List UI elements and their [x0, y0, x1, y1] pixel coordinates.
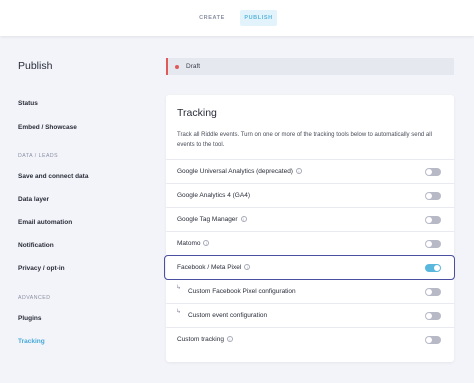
toggle-matomo[interactable] — [425, 240, 441, 248]
page-title: Publish — [18, 60, 53, 72]
toggle-custom-event[interactable] — [425, 312, 441, 320]
sub-arrow-icon: ↳ — [176, 309, 182, 315]
toggle-knob — [426, 241, 432, 247]
row-label: Custom Facebook Pixel configuration — [188, 288, 296, 295]
toggle-knob — [434, 265, 440, 271]
tab-create[interactable]: CREATE — [196, 10, 228, 26]
tracking-card: Tracking Track all Riddle events. Turn o… — [166, 95, 454, 362]
status-label: Draft — [186, 63, 201, 70]
tracking-row-custom-tracking: Custom tracking i — [166, 327, 454, 351]
sidebar-item-save-connect-data[interactable]: Save and connect data — [18, 173, 88, 180]
sidebar-item-status[interactable]: Status — [18, 100, 38, 107]
tracking-row-custom-facebook-pixel: ↳ Custom Facebook Pixel configuration — [166, 279, 454, 303]
row-label: Matomo — [177, 240, 201, 247]
toggle-knob — [426, 169, 432, 175]
toggle-custom-tracking[interactable] — [425, 336, 441, 344]
sidebar-section-advanced: ADVANCED — [18, 295, 51, 301]
toggle-knob — [426, 337, 432, 343]
info-icon[interactable]: i — [240, 216, 247, 222]
row-label: Custom event configuration — [188, 312, 268, 319]
sidebar-item-tracking[interactable]: Tracking — [18, 338, 45, 345]
sidebar-item-privacy-opt-in[interactable]: Privacy / opt-in — [18, 265, 65, 272]
toggle-facebook-pixel[interactable] — [425, 264, 441, 272]
top-bar: CREATE PUBLISH — [0, 0, 474, 36]
sidebar-item-plugins[interactable]: Plugins — [18, 315, 41, 322]
info-icon[interactable]: i — [295, 168, 302, 174]
toggle-universal-analytics[interactable] — [425, 168, 441, 176]
status-dot — [175, 64, 179, 69]
tracking-title: Tracking — [177, 107, 217, 119]
row-label: Google Analytics 4 (GA4) — [177, 192, 250, 199]
info-icon[interactable]: i — [203, 240, 210, 246]
tracking-row-universal-analytics: Google Universal Analytics (deprecated) i — [166, 159, 454, 183]
row-label: Google Universal Analytics (deprecated) — [177, 168, 293, 175]
sub-arrow-icon: ↳ — [176, 285, 182, 291]
info-icon[interactable]: i — [244, 264, 251, 270]
tracking-row-facebook-pixel: Facebook / Meta Pixel i — [166, 255, 454, 279]
row-label: Facebook / Meta Pixel — [177, 264, 242, 271]
tracking-row-matomo: Matomo i — [166, 231, 454, 255]
tab-publish[interactable]: PUBLISH — [240, 10, 277, 26]
status-bar: Draft — [166, 58, 454, 75]
sidebar-item-notification[interactable]: Notification — [18, 242, 54, 249]
toggle-tag-manager[interactable] — [425, 216, 441, 224]
row-label: Custom tracking — [177, 336, 224, 343]
tracking-row-ga4: Google Analytics 4 (GA4) — [166, 183, 454, 207]
toggle-knob — [426, 313, 432, 319]
toggle-knob — [426, 289, 432, 295]
toggle-knob — [426, 217, 432, 223]
toggle-knob — [426, 193, 432, 199]
row-label: Google Tag Manager — [177, 216, 238, 223]
toggle-custom-facebook-pixel[interactable] — [425, 288, 441, 296]
sidebar-item-embed-showcase[interactable]: Embed / Showcase — [18, 124, 77, 131]
tracking-row-custom-event: ↳ Custom event configuration — [166, 303, 454, 327]
tracking-description: Track all Riddle events. Turn on one or … — [177, 132, 432, 148]
sidebar-item-email-automation[interactable]: Email automation — [18, 219, 72, 226]
info-icon[interactable]: i — [226, 336, 233, 342]
sidebar-item-data-layer[interactable]: Data layer — [18, 196, 49, 203]
tracking-row-tag-manager: Google Tag Manager i — [166, 207, 454, 231]
toggle-ga4[interactable] — [425, 192, 441, 200]
sidebar-section-data-leads: DATA / LEADS — [18, 153, 59, 159]
